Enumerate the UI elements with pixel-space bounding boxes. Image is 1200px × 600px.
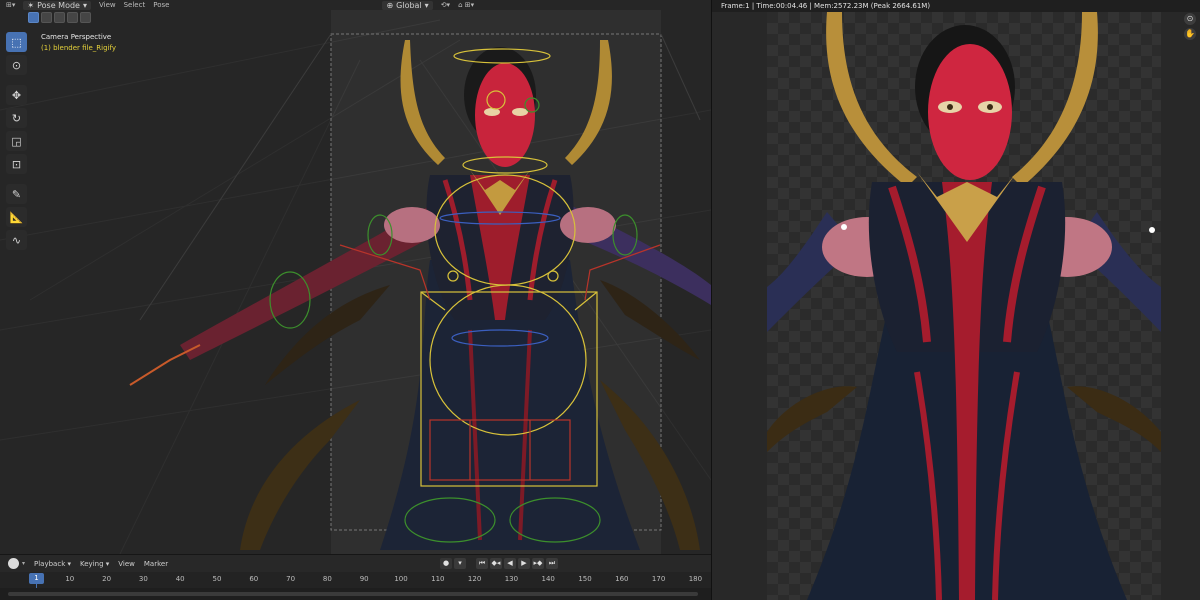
frame-tick-label: 20 — [102, 575, 112, 583]
select-mode-extend-icon[interactable] — [41, 12, 52, 23]
frame-tick-label: 90 — [359, 575, 369, 583]
select-mode-invert-icon[interactable] — [67, 12, 78, 23]
measure-icon[interactable]: 📐 — [6, 207, 27, 227]
clock-icon[interactable] — [8, 558, 19, 569]
frame-tick-label: 170 — [651, 575, 666, 583]
select-mode-intersect-icon[interactable] — [80, 12, 91, 23]
chevron-down-icon: ▾ — [82, 0, 87, 10]
menu-select[interactable]: Select — [124, 1, 146, 9]
current-frame-indicator[interactable]: 1 — [29, 573, 44, 584]
menu-marker[interactable]: Marker — [144, 560, 168, 568]
frame-tick-label: 130 — [504, 575, 519, 583]
select-mode-new-icon[interactable] — [28, 12, 39, 23]
move-icon[interactable]: ✥ — [6, 85, 27, 105]
tool-shelf: ⬚ ⊙ ✥ ↻ ◲ ⊡ ✎ 📐 ∿ — [6, 32, 28, 250]
frame-tick-label: 80 — [322, 575, 332, 583]
menu-pose[interactable]: Pose — [153, 1, 169, 9]
pose-mode-icon: ✶ — [27, 0, 35, 10]
transform-icon[interactable]: ⊡ — [6, 154, 27, 174]
select-mode-subtract-icon[interactable] — [54, 12, 65, 23]
timeline-editor[interactable]: ▾ Playback ▾ Keying ▾ View Marker ● ▾ ⏮ … — [0, 554, 711, 600]
render-result-image — [767, 12, 1161, 600]
jump-start-icon[interactable]: ⏮ — [476, 558, 488, 569]
scene-canvas[interactable] — [0, 0, 711, 554]
chevron-down-icon: ▾ — [424, 0, 429, 10]
pivot-icon[interactable]: ⟲▾ — [441, 1, 450, 9]
orientation-label: Global — [396, 0, 422, 10]
record-options-icon[interactable]: ▾ — [454, 558, 466, 569]
menu-view[interactable]: View — [118, 560, 135, 568]
record-icon[interactable]: ● — [440, 558, 452, 569]
render-window[interactable]: Frame:1 | Time:00:04.46 | Mem:2572.23M (… — [711, 0, 1200, 600]
frame-tick-label: 110 — [431, 575, 445, 583]
playback-controls: ● ▾ ⏮ ◆◂ ◀ ▶ ▸◆ ⏭ — [440, 558, 558, 569]
frame-tick-label: 40 — [175, 575, 185, 583]
chevron-down-icon: ▾ — [22, 560, 26, 567]
play-icon[interactable]: ▶ — [518, 558, 530, 569]
scale-icon[interactable]: ◲ — [6, 131, 27, 151]
frame-tick-label: 50 — [212, 575, 222, 583]
frame-tick-label: 160 — [615, 575, 629, 583]
viewport-info-overlay: Camera Perspective (1) blender file_Rigi… — [41, 32, 116, 54]
editor-type-icon[interactable]: ⊞▾ — [6, 1, 15, 9]
annotate-icon[interactable]: ✎ — [6, 184, 27, 204]
orientation-icon: ⊕ — [386, 0, 394, 10]
frame-tick-label: 60 — [249, 575, 259, 583]
snap-icon[interactable]: ⌂ ⊞▾ — [458, 1, 474, 9]
select-box-icon[interactable]: ⬚ — [6, 32, 27, 52]
cursor-icon[interactable]: ⊙ — [6, 55, 27, 75]
prev-keyframe-icon[interactable]: ◆◂ — [490, 558, 502, 569]
zoom-icon[interactable]: ⊙ — [1184, 13, 1196, 25]
3d-viewport[interactable]: ⊞▾ ✶ Pose Mode ▾ View Select Pose ⊕ Glob… — [0, 0, 711, 554]
jump-end-icon[interactable]: ⏭ — [546, 558, 558, 569]
play-reverse-icon[interactable]: ◀ — [504, 558, 516, 569]
timeline-scrollbar[interactable] — [0, 588, 711, 600]
frame-tick-label: 70 — [286, 575, 296, 583]
menu-playback[interactable]: Playback ▾ — [34, 560, 71, 568]
frame-tick-label: 100 — [394, 575, 408, 583]
mode-label: Pose Mode — [37, 0, 80, 10]
frame-ruler[interactable]: 1 10 20 30 40 50 60 70 80 90 100 110 120 130 140 150 16… — [0, 573, 711, 600]
render-status-text: Frame:1 | Time:00:04.46 | Mem:2572.23M (… — [712, 0, 1200, 12]
frame-tick-label: 30 — [138, 575, 148, 583]
next-keyframe-icon[interactable]: ▸◆ — [532, 558, 544, 569]
menu-view[interactable]: View — [99, 1, 116, 9]
frame-tick-label: 120 — [467, 575, 482, 583]
pan-hand-icon[interactable]: ✋ — [1184, 28, 1196, 40]
frame-tick-label: 180 — [688, 575, 703, 583]
selection-mode-bar — [28, 12, 91, 23]
transform-orientation-selector[interactable]: ⊕ Global ▾ — [382, 0, 433, 10]
rotate-icon[interactable]: ↻ — [6, 108, 27, 128]
render-navigation: ⊙ ✋ — [1184, 13, 1197, 40]
menu-keying[interactable]: Keying ▾ — [80, 560, 109, 568]
viewport-header: ⊞▾ ✶ Pose Mode ▾ View Select Pose ⊕ Glob… — [0, 0, 711, 10]
mode-selector[interactable]: ✶ Pose Mode ▾ — [23, 0, 91, 10]
rendered-character — [767, 12, 1161, 600]
frame-tick-label: 140 — [541, 575, 555, 583]
frame-tick-label: 10 — [65, 575, 75, 583]
timeline-header: ▾ Playback ▾ Keying ▾ View Marker ● ▾ ⏮ … — [0, 555, 711, 572]
relax-icon[interactable]: ∿ — [6, 230, 27, 250]
frame-tick-label: 150 — [578, 575, 592, 583]
active-object-label: (1) blender file_Rigify — [41, 44, 116, 52]
camera-perspective-label: Camera Perspective — [41, 33, 112, 41]
